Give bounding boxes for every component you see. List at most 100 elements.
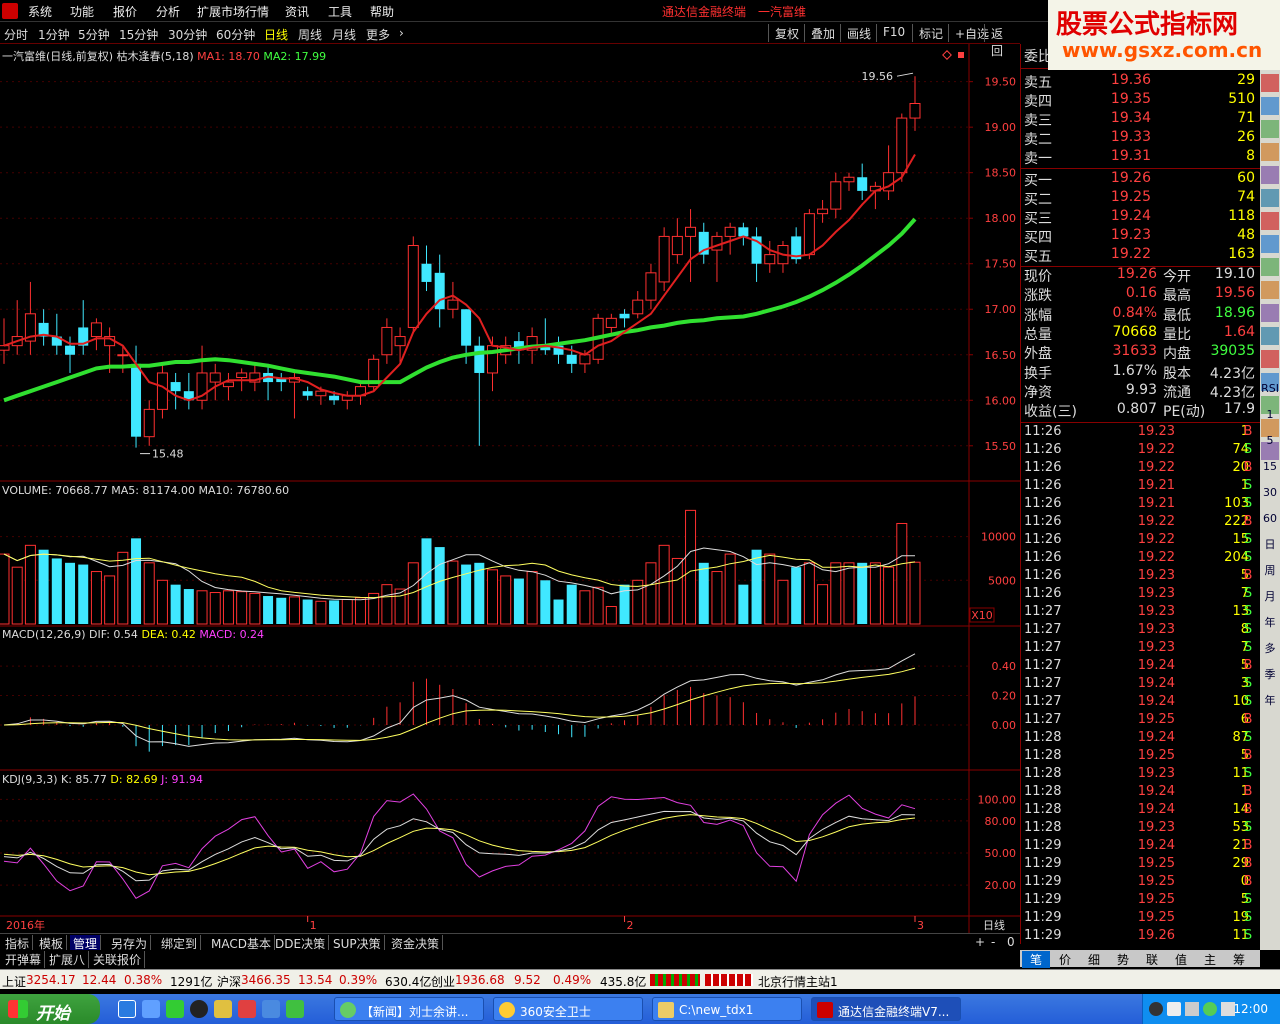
tool-period-11[interactable]: 季 <box>1261 666 1279 684</box>
security-icon[interactable] <box>166 1000 184 1018</box>
ask-row[interactable]: 卖一 19.31 8 <box>1021 148 1261 167</box>
bottom-tab-2[interactable]: 管理 <box>70 935 102 951</box>
tool-icon[interactable] <box>1261 166 1279 184</box>
tool-icon[interactable] <box>1261 212 1279 230</box>
tool-icon[interactable] <box>1261 327 1279 345</box>
tool-icon[interactable] <box>1261 97 1279 115</box>
quote-tab-2[interactable]: 细 <box>1080 951 1108 968</box>
period-15min[interactable]: 15分钟 <box>119 26 158 43</box>
ask-row[interactable]: 卖四 19.35 510 <box>1021 91 1261 110</box>
tool-period-7[interactable]: 周 <box>1261 562 1279 580</box>
menu-item-extended-market[interactable]: 扩展市场行情 <box>197 3 269 20</box>
start-button[interactable]: 开始 <box>0 994 100 1024</box>
taskbar-folder[interactable]: C:\new_tdx1 <box>652 997 802 1021</box>
tool-icon[interactable] <box>1261 120 1279 138</box>
tool-period-4[interactable]: 30 <box>1261 484 1279 502</box>
tool-icon[interactable] <box>1261 258 1279 276</box>
quote-tab-3[interactable]: 势 <box>1109 951 1137 968</box>
extra-tab-1[interactable]: 扩展八 <box>46 951 90 968</box>
tool-icon[interactable] <box>1261 189 1279 207</box>
zoom-out-button[interactable]: - <box>988 935 998 950</box>
bottom-tab-0[interactable]: 指标 <box>2 935 34 951</box>
bid-row[interactable]: 买四 19.23 48 <box>1021 227 1261 246</box>
extra-tab-0[interactable]: 开弹幕 <box>2 951 46 968</box>
bid-row[interactable]: 买一 19.26 60 <box>1021 170 1261 189</box>
quote-tab-1[interactable]: 价 <box>1051 951 1079 968</box>
bottom-tab-3[interactable]: 另存为 <box>108 935 152 951</box>
period-60min[interactable]: 60分钟 <box>216 26 255 43</box>
menu-item-quote[interactable]: 报价 <box>113 3 137 20</box>
period-weekly[interactable]: 周线 <box>298 26 322 43</box>
menu-item-help[interactable]: 帮助 <box>370 3 394 20</box>
mark-button[interactable]: 标记 <box>912 24 949 42</box>
period-1min[interactable]: 1分钟 <box>38 26 70 43</box>
tool-icon[interactable] <box>1261 235 1279 253</box>
tool-period-12[interactable]: 年 <box>1261 692 1279 710</box>
server-name[interactable]: 北京行情主站1 <box>758 973 838 990</box>
qq-tray-icon[interactable] <box>1149 1002 1163 1016</box>
back-button[interactable]: 返回 <box>984 24 1020 58</box>
period-daily[interactable]: 日线 <box>264 26 288 43</box>
tool-icon[interactable] <box>1261 281 1279 299</box>
app-quicklaunch-icon[interactable] <box>238 1000 256 1018</box>
bid-row[interactable]: 买五 19.22 163 <box>1021 246 1261 265</box>
menu-item-function[interactable]: 功能 <box>70 3 94 20</box>
excel-icon[interactable] <box>286 1000 304 1018</box>
clock[interactable]: 12:00 <box>1233 1002 1268 1016</box>
tool-period-2[interactable]: 5 <box>1261 432 1279 450</box>
menu-item-system[interactable]: 系统 <box>28 3 52 20</box>
taskbar-news[interactable]: 【新闻】刘士余讲... <box>334 997 484 1021</box>
tool-period-3[interactable]: 15 <box>1261 458 1279 476</box>
period-more[interactable]: 更多 <box>366 26 390 43</box>
quote-tab-5[interactable]: 值 <box>1167 951 1195 968</box>
tool-icon[interactable] <box>1261 74 1279 92</box>
tool-icon[interactable] <box>1261 143 1279 161</box>
ask-row[interactable]: 卖五 19.36 29 <box>1021 72 1261 91</box>
qq-icon[interactable] <box>190 1000 208 1018</box>
tool-icon[interactable] <box>1261 304 1279 322</box>
word-icon[interactable] <box>262 1000 280 1018</box>
bottom-tab-7[interactable]: SUP决策 <box>330 935 385 951</box>
folder-icon[interactable] <box>214 1000 232 1018</box>
menu-item-info[interactable]: 资讯 <box>285 3 309 20</box>
chevron-right-icon[interactable]: › <box>399 26 404 40</box>
quote-tab-0[interactable]: 笔 <box>1022 951 1050 968</box>
rights-adjust-button[interactable]: 复权 <box>768 24 805 42</box>
ask-row[interactable]: 卖二 19.33 26 <box>1021 129 1261 148</box>
help-tray-icon[interactable] <box>1167 1002 1181 1016</box>
period-30min[interactable]: 30分钟 <box>168 26 207 43</box>
menu-item-analysis[interactable]: 分析 <box>156 3 180 20</box>
tool-icon[interactable] <box>1261 350 1279 368</box>
quote-tab-7[interactable]: 筹 <box>1225 951 1253 968</box>
period-monthly[interactable]: 月线 <box>332 26 356 43</box>
bottom-tab-1[interactable]: 模板 <box>36 935 68 951</box>
tool-period-8[interactable]: 月 <box>1261 588 1279 606</box>
extra-tab-2[interactable]: 关联报价 <box>90 951 146 968</box>
browser-icon[interactable] <box>142 1000 160 1018</box>
zoom-in-button[interactable]: + <box>972 935 988 950</box>
bid-row[interactable]: 买二 19.25 74 <box>1021 189 1261 208</box>
f10-button[interactable]: F10 <box>876 24 911 42</box>
bottom-tab-5[interactable]: MACD基本 <box>208 935 275 951</box>
bottom-tab-6[interactable]: DDE决策 <box>272 935 330 951</box>
taskbar-tdx[interactable]: 通达信金融终端V7... <box>811 997 961 1021</box>
tool-period-0[interactable]: RSI <box>1261 380 1279 398</box>
taskbar-360[interactable]: 360安全卫士 <box>493 997 643 1021</box>
bid-row[interactable]: 买三 19.24 118 <box>1021 208 1261 227</box>
tool-period-1[interactable]: 1 <box>1261 406 1279 424</box>
network-tray-icon[interactable] <box>1185 1002 1199 1016</box>
quote-tab-4[interactable]: 联 <box>1138 951 1166 968</box>
tool-period-6[interactable]: 日 <box>1261 536 1279 554</box>
period-5min[interactable]: 5分钟 <box>78 26 110 43</box>
ie-icon[interactable] <box>118 1000 136 1018</box>
tool-period-9[interactable]: 年 <box>1261 614 1279 632</box>
tool-period-10[interactable]: 多 <box>1261 640 1279 658</box>
menu-item-tools[interactable]: 工具 <box>328 3 352 20</box>
bottom-tab-8[interactable]: 资金决策 <box>388 935 444 951</box>
period-intraday[interactable]: 分时 <box>4 26 28 43</box>
bottom-tab-4[interactable]: 绑定到 <box>158 935 202 951</box>
zoom-reset-button[interactable]: 0 <box>1004 935 1018 950</box>
tool-period-5[interactable]: 60 <box>1261 510 1279 528</box>
overlay-button[interactable]: 叠加 <box>804 24 841 42</box>
ask-row[interactable]: 卖三 19.34 71 <box>1021 110 1261 129</box>
